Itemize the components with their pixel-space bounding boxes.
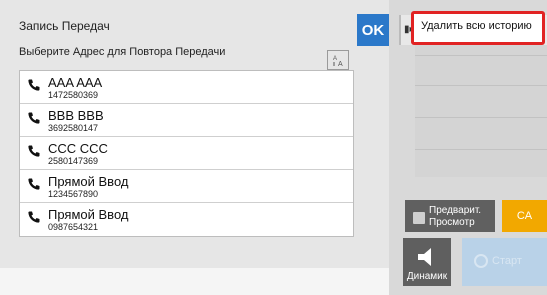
start-icon	[474, 254, 488, 268]
list-item[interactable]: AAA AAA 1472580369	[20, 71, 353, 104]
contact-number: 2580147369	[48, 156, 99, 166]
list-item[interactable]: CCC CCC 2580147369	[20, 137, 353, 170]
phone-icon	[28, 79, 40, 91]
preview-label: Предварит. Просмотр	[429, 205, 481, 229]
ca-button[interactable]: CA	[502, 200, 547, 232]
delete-all-history-menu-item[interactable]: Удалить всю историю	[411, 11, 545, 45]
page-title: Запись Передач	[19, 19, 110, 33]
contact-list[interactable]: AAA AAA 1472580369 BBB BBB 3692580147 CC…	[19, 70, 354, 237]
phone-icon	[28, 145, 40, 157]
divider	[415, 149, 547, 150]
menu-item-label: Удалить всю историю	[421, 20, 532, 32]
list-item[interactable]: Прямой Ввод 0987654321	[20, 203, 353, 235]
contact-name: Прямой Ввод	[48, 207, 129, 222]
contact-name: Прямой Ввод	[48, 174, 129, 189]
preview-label-line1: Предварит.	[429, 205, 482, 216]
svg-text:A: A	[338, 61, 343, 67]
speaker-button[interactable]: Динамик	[403, 238, 451, 286]
speaker-label: Динамик	[406, 271, 448, 282]
contact-name: CCC CCC	[48, 141, 108, 156]
sort-az-icon[interactable]: A A	[327, 50, 349, 70]
phone-icon	[28, 178, 40, 190]
preview-icon	[413, 212, 425, 224]
instruction-text: Выберите Адрес для Повтора Передачи	[19, 46, 226, 58]
divider	[415, 117, 547, 118]
sort-glyph: A A	[333, 56, 343, 67]
contact-name: BBB BBB	[48, 108, 104, 123]
speaker-icon	[418, 248, 431, 266]
contact-number: 1472580369	[48, 90, 99, 100]
start-label: Старт	[492, 255, 522, 267]
start-button[interactable]: Старт	[462, 238, 547, 286]
transmission-log-panel: Запись Передач Выберите Адрес для Повтор…	[0, 0, 389, 295]
list-item[interactable]: BBB BBB 3692580147	[20, 104, 353, 137]
contact-name: AAA AAA	[48, 75, 103, 90]
preview-button[interactable]: Предварит. Просмотр	[405, 200, 495, 232]
bottom-strip	[0, 268, 389, 295]
preview-label-line2: Просмотр	[429, 217, 475, 228]
phone-icon	[28, 211, 40, 223]
fax-screen: Запись Передач Выберите Адрес для Повтор…	[0, 0, 547, 295]
contact-number: 0987654321	[48, 222, 99, 232]
list-item[interactable]: Прямой Ввод 1234567890	[20, 170, 353, 203]
divider	[415, 85, 547, 86]
contact-number: 1234567890	[48, 189, 99, 199]
ok-button[interactable]: OK	[357, 14, 389, 46]
svg-text:A: A	[333, 56, 337, 62]
action-list-area	[415, 45, 547, 177]
phone-icon	[28, 112, 40, 124]
contact-number: 3692580147	[48, 123, 99, 133]
divider	[415, 55, 547, 56]
